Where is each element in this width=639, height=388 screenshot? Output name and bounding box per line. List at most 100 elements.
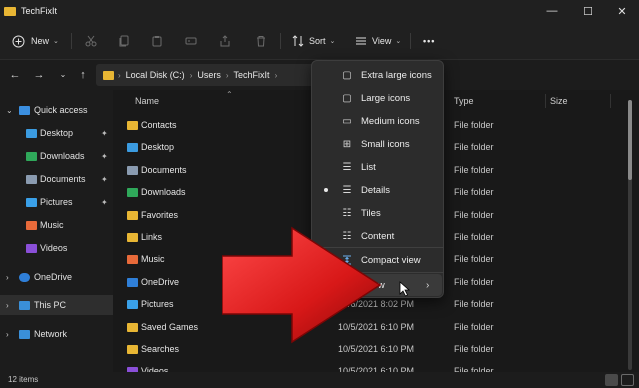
sidebar-item-downloads[interactable]: Downloads ✦ — [0, 146, 113, 166]
large-icons-view-toggle-icon[interactable] — [621, 374, 634, 386]
column-header-size[interactable]: Size — [550, 90, 568, 112]
item-count: 12 items — [8, 375, 39, 384]
file-name: Searches — [141, 344, 180, 354]
file-name: Saved Games — [141, 321, 199, 332]
scissors-icon — [84, 35, 97, 48]
pin-icon: ✦ — [101, 128, 108, 138]
file-date: 10/5/2021 6:10 PM — [338, 344, 415, 354]
tiles-icon: ☷ — [342, 207, 352, 219]
folder-icon — [127, 210, 138, 220]
large-icons-icon: ▢ — [342, 92, 352, 104]
sidebar-item-label: Network — [34, 329, 68, 339]
copy-button[interactable] — [117, 22, 130, 60]
back-icon[interactable]: ← — [8, 68, 22, 82]
cut-button[interactable] — [84, 22, 97, 60]
file-type: File folder — [454, 344, 494, 354]
view-button[interactable]: View ⌄ — [354, 22, 401, 60]
file-name: Desktop — [141, 142, 175, 153]
videos-icon — [26, 243, 37, 253]
breadcrumb-separator: › — [225, 70, 229, 80]
sidebar-item-videos[interactable]: Videos — [0, 238, 113, 258]
sidebar-item-label: Desktop — [40, 128, 74, 138]
column-header-type[interactable]: Type — [454, 90, 474, 112]
breadcrumb-separator: › — [274, 70, 278, 80]
minimize-button[interactable]: — — [535, 0, 569, 22]
sidebar-item-label: Documents — [40, 174, 86, 184]
column-header-name[interactable]: Name — [135, 90, 159, 112]
sidebar-item-documents[interactable]: Documents ✦ — [0, 169, 113, 189]
sidebar-item-music[interactable]: Music — [0, 215, 113, 235]
music-icon — [26, 220, 37, 230]
column-divider[interactable] — [545, 94, 546, 108]
folder-icon — [4, 6, 16, 16]
folder-icon — [127, 143, 138, 153]
copy-icon — [117, 35, 130, 48]
pin-icon: ✦ — [101, 197, 108, 207]
recent-locations-chevron-icon[interactable]: ⌄ — [56, 68, 70, 82]
forward-icon[interactable]: → — [32, 68, 46, 82]
sidebar-item-label: Quick access — [34, 105, 88, 115]
details-view-toggle-icon[interactable] — [605, 374, 618, 386]
downloads-icon — [26, 151, 37, 161]
selected-bullet-icon — [324, 188, 328, 192]
folder-icon — [127, 277, 138, 287]
delete-button[interactable] — [254, 22, 267, 60]
rename-button[interactable] — [184, 22, 197, 60]
file-name: OneDrive — [141, 276, 180, 287]
menu-item-label: Details — [361, 184, 391, 196]
computer-icon — [19, 300, 30, 310]
scrollbar-thumb[interactable] — [628, 100, 632, 180]
file-name: Pictures — [141, 299, 174, 310]
menu-item-details[interactable]: ☰ Details — [312, 179, 443, 201]
vertical-scrollbar[interactable] — [628, 100, 632, 370]
menu-item-label: Medium icons — [361, 115, 420, 127]
close-button[interactable]: ✕ — [605, 0, 639, 22]
plus-circle-icon — [12, 35, 25, 48]
address-bar[interactable]: › Local Disk (C:) › Users › TechFixIt › — [96, 64, 316, 86]
sort-button[interactable]: Sort ⌄ — [291, 22, 335, 60]
menu-item-label: List — [361, 161, 376, 173]
file-name: Downloads — [141, 187, 186, 198]
maximize-button[interactable]: ☐ — [571, 0, 605, 22]
menu-item-small-icons[interactable]: ⊞ Small icons — [312, 133, 443, 155]
sidebar-item-desktop[interactable]: Desktop ✦ — [0, 123, 113, 143]
menu-item-list[interactable]: ☰ List — [312, 156, 443, 178]
mouse-cursor-icon — [399, 281, 411, 297]
share-button[interactable] — [218, 22, 231, 60]
breadcrumb-users[interactable]: Users — [197, 70, 221, 80]
list-icon: ☰ — [342, 161, 352, 173]
chevron-down-icon: ⌄ — [6, 105, 13, 115]
sidebar-item-quick-access[interactable]: ⌄ Quick access — [0, 100, 113, 120]
sidebar-item-onedrive[interactable]: › OneDrive — [0, 267, 113, 287]
more-options-button[interactable]: ••• — [423, 22, 435, 60]
breadcrumb-techfixit[interactable]: TechFixIt — [234, 70, 270, 80]
extra-large-icons-icon: ▢ — [342, 69, 352, 81]
sidebar-item-label: Videos — [40, 243, 68, 253]
file-type: File folder — [454, 321, 494, 332]
menu-item-medium-icons[interactable]: ▭ Medium icons — [312, 110, 443, 132]
breadcrumb-separator: › — [189, 70, 193, 80]
file-type: File folder — [454, 254, 494, 265]
red-arrow-annotation — [222, 226, 382, 344]
up-icon[interactable]: ↑ — [76, 68, 90, 82]
sidebar-item-this-pc[interactable]: › This PC — [0, 295, 113, 315]
new-button[interactable]: New ⌄ — [12, 22, 59, 60]
file-type: File folder — [454, 232, 494, 242]
share-icon — [218, 35, 231, 48]
file-type: File folder — [454, 187, 494, 198]
menu-item-large-icons[interactable]: ▢ Large icons — [312, 87, 443, 109]
command-bar: New ⌄ Sort ⌄ View ⌄ ••• — [0, 22, 639, 60]
chevron-right-icon: › — [6, 329, 9, 339]
sidebar-item-network[interactable]: › Network — [0, 324, 113, 344]
column-divider[interactable] — [610, 94, 611, 108]
status-bar: 12 items — [0, 372, 639, 388]
menu-item-extra-large-icons[interactable]: ▢ Extra large icons — [312, 64, 443, 86]
breadcrumb-local-disk[interactable]: Local Disk (C:) — [126, 70, 185, 80]
medium-icons-icon: ▭ — [342, 115, 352, 127]
sidebar-item-pictures[interactable]: Pictures ✦ — [0, 192, 113, 212]
menu-item-tiles[interactable]: ☷ Tiles — [312, 202, 443, 224]
paste-button[interactable] — [150, 22, 163, 60]
window-title: TechFixIt — [21, 6, 58, 16]
file-type: File folder — [454, 142, 494, 153]
folder-icon — [127, 322, 138, 332]
